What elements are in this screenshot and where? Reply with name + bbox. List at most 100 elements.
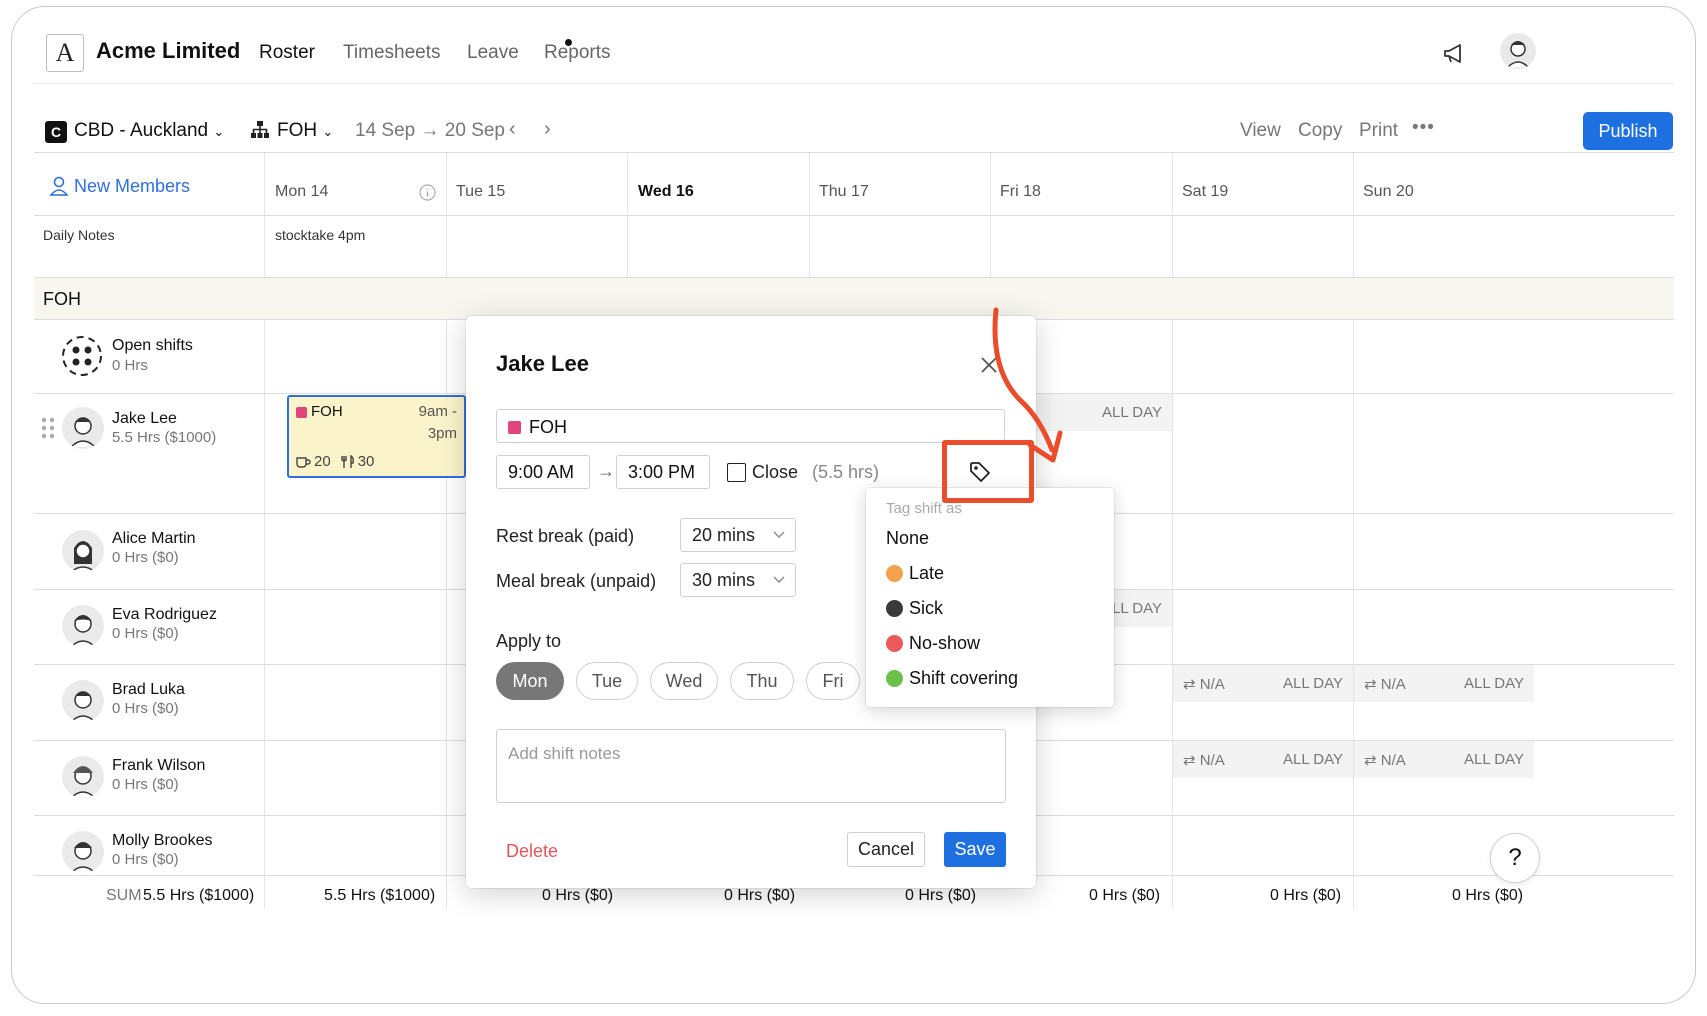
nav-leave[interactable]: Leave (467, 42, 519, 64)
start-time-input[interactable]: 9:00 AM (496, 455, 590, 489)
department-select[interactable]: FOH ⌄ (277, 120, 333, 142)
day-header-sun[interactable]: Sun 20 (1363, 183, 1414, 201)
top-nav: A Acme Limited Roster Timesheets Leave R… (12, 7, 1695, 87)
day-header-tue[interactable]: Tue 15 (456, 183, 505, 201)
repeat-icon: ⇄ (1183, 676, 1196, 693)
grid-divider (34, 215, 1674, 216)
day-header-wed[interactable]: Wed 16 (638, 183, 694, 201)
chevron-down-icon (773, 531, 785, 538)
info-icon[interactable] (419, 184, 436, 201)
leave-all-day: ALL DAY (1282, 675, 1343, 692)
apply-to-label: Apply to (496, 631, 562, 651)
save-button[interactable]: Save (944, 832, 1006, 867)
megaphone-icon[interactable] (1442, 42, 1468, 66)
drag-handle-icon[interactable] (41, 417, 55, 439)
col-divider (264, 153, 265, 277)
publish-button[interactable]: Publish (1583, 112, 1673, 150)
close-checkbox[interactable] (727, 463, 746, 482)
rest-break-value: 20 mins (692, 524, 756, 545)
employee-hours: 0 Hrs ($0) (112, 549, 179, 566)
user-avatar[interactable] (1500, 33, 1536, 69)
shift-notes-input[interactable]: Add shift notes (496, 729, 1006, 803)
tag-option-label: No-show (909, 633, 981, 653)
meal-break-label: Meal break (unpaid) (496, 571, 657, 591)
rest-break-select[interactable]: 20 mins (680, 518, 796, 552)
tag-option-none[interactable]: None (886, 528, 929, 549)
employee-hours: 0 Hrs ($0) (112, 776, 179, 793)
chevron-down-icon (773, 576, 785, 583)
nav-timesheets[interactable]: Timesheets (343, 42, 441, 64)
avatar (62, 530, 104, 572)
leave-cell[interactable]: ⇄ N/A ALL DAY (1354, 741, 1534, 778)
shift-time-end: 3pm (427, 425, 457, 442)
day-header-mon[interactable]: Mon 14 (275, 183, 328, 201)
apply-day-tue[interactable]: Tue (576, 662, 638, 700)
sum-thu: 0 Hrs ($0) (905, 887, 977, 904)
meal-break-select[interactable]: 30 mins (680, 563, 796, 597)
sum-sat: 0 Hrs ($0) (1270, 887, 1342, 904)
new-members-button[interactable]: New Members (48, 175, 190, 197)
sum-fri: 0 Hrs ($0) (1089, 887, 1161, 904)
leave-cell[interactable]: ⇄ N/A ALL DAY (1354, 665, 1534, 702)
tag-option-late[interactable]: Late (886, 563, 944, 584)
department-label: FOH (277, 120, 318, 141)
chevron-down-icon: ⌄ (322, 124, 334, 139)
sum-sun: 0 Hrs ($0) (1452, 887, 1524, 904)
add-user-icon (49, 176, 69, 196)
daily-note-mon[interactable]: stocktake 4pm (275, 227, 365, 243)
more-icon[interactable]: ••• (1412, 117, 1435, 139)
print-button[interactable]: Print (1359, 120, 1398, 142)
tag-option-shift-covering[interactable]: Shift covering (886, 668, 1018, 689)
apply-day-wed[interactable]: Wed (650, 662, 718, 700)
day-header-fri[interactable]: Fri 18 (1000, 183, 1041, 201)
nav-reports[interactable]: Reports (544, 42, 611, 64)
close-checkbox-label[interactable]: Close (752, 462, 798, 483)
avatar (62, 756, 104, 798)
delete-button[interactable]: Delete (506, 841, 558, 862)
company-logo[interactable]: A (46, 34, 84, 72)
tag-option-label: Shift covering (909, 668, 1019, 688)
sum-label: SUM (106, 887, 142, 904)
leave-cell[interactable]: ⇄ N/A ALL DAY (1173, 741, 1353, 778)
status-dot (886, 635, 903, 652)
employee-name[interactable]: Frank Wilson (112, 757, 205, 775)
cutlery-icon (340, 454, 354, 468)
day-header-sat[interactable]: Sat 19 (1182, 183, 1228, 201)
open-shifts-icon (61, 335, 103, 377)
tag-option-sick[interactable]: Sick (886, 598, 943, 619)
tag-option-no-show[interactable]: No-show (886, 633, 980, 654)
employee-hours: 0 Hrs ($0) (112, 700, 179, 717)
leave-na-label: N/A (1380, 752, 1406, 769)
open-shifts-hours: 0 Hrs (112, 357, 148, 374)
day-header-thu[interactable]: Thu 17 (819, 183, 869, 201)
nav-roster[interactable]: Roster (259, 42, 315, 64)
apply-day-thu[interactable]: Thu (730, 662, 794, 700)
copy-button[interactable]: Copy (1298, 120, 1342, 142)
apply-day-fri[interactable]: Fri (806, 662, 860, 700)
shift-breaks: 20 30 (295, 453, 374, 470)
location-label: CBD - Auckland (74, 120, 209, 141)
avatar (62, 831, 104, 873)
col-divider (1353, 153, 1354, 277)
prev-week-icon[interactable]: ‹ (509, 118, 516, 141)
leave-na: ⇄ N/A (1364, 675, 1406, 693)
shift-card[interactable]: FOH 9am - 3pm 20 30 (287, 395, 466, 478)
role-select[interactable]: FOH (496, 409, 1005, 443)
next-week-icon[interactable]: › (544, 118, 551, 141)
view-button[interactable]: View (1240, 120, 1281, 142)
status-dot (886, 565, 903, 582)
employee-hours: 0 Hrs ($0) (112, 625, 179, 642)
employee-name[interactable]: Alice Martin (112, 530, 196, 548)
help-button[interactable]: ? (1490, 833, 1540, 883)
employee-name[interactable]: Molly Brookes (112, 832, 212, 850)
employee-name[interactable]: Eva Rodriguez (112, 606, 217, 624)
apply-day-mon[interactable]: Mon (496, 662, 564, 700)
location-select[interactable]: CBD - Auckland ⌄ (74, 120, 224, 142)
employee-name[interactable]: Jake Lee (112, 410, 177, 428)
cancel-button[interactable]: Cancel (847, 832, 925, 867)
employee-name[interactable]: Brad Luka (112, 681, 185, 699)
company-name: Acme Limited (96, 38, 241, 63)
leave-cell[interactable]: ⇄ N/A ALL DAY (1173, 665, 1353, 702)
location-badge: C (45, 121, 67, 143)
end-time-input[interactable]: 3:00 PM (616, 455, 710, 489)
